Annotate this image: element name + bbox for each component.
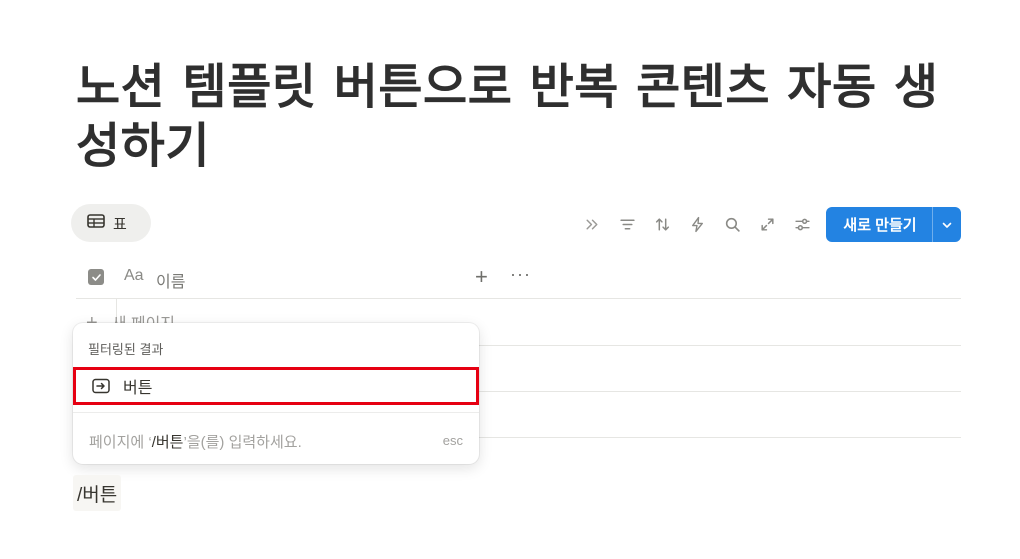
menu-item-button[interactable]: 버튼	[73, 367, 479, 405]
button-block-icon	[92, 377, 110, 395]
table-header: Aa 이름 + ···	[76, 258, 961, 299]
column-header-name[interactable]: 이름	[156, 268, 185, 292]
new-button-label: 새로 만들기	[843, 217, 917, 234]
hint-suffix: ’을(를) 입력하세요.	[183, 434, 302, 451]
expand-icon[interactable]	[750, 207, 785, 242]
hint-prefix: 페이지에 ‘	[89, 434, 152, 451]
tab-table-view[interactable]: 표	[71, 204, 151, 242]
table-icon	[87, 214, 105, 232]
slash-command-menu: 필터링된 결과 버튼 페이지에 ‘/버튼’을(를) 입력하세요. esc	[73, 323, 479, 464]
add-property-button[interactable]: +	[475, 264, 488, 290]
tab-label: 표	[113, 215, 127, 233]
slash-command-input[interactable]: /버튼	[73, 475, 122, 511]
chevron-down-icon[interactable]	[933, 207, 961, 242]
menu-hint: 페이지에 ‘/버튼’을(를) 입력하세요.	[89, 431, 302, 452]
database-toolbar: 새로 만들기	[575, 207, 961, 242]
search-icon[interactable]	[715, 207, 750, 242]
menu-item-label: 버튼	[123, 380, 153, 397]
chevrons-right-icon[interactable]	[575, 207, 610, 242]
filter-icon[interactable]	[610, 207, 645, 242]
text-type-icon: Aa	[124, 267, 144, 284]
settings-sliders-icon[interactable]	[785, 207, 820, 242]
esc-hint: esc	[442, 433, 463, 448]
page-title[interactable]: 노션 템플릿 버튼으로 반복 콘텐츠 자동 생성하기	[76, 58, 956, 176]
more-options-button[interactable]: ···	[510, 264, 531, 285]
menu-divider	[73, 412, 479, 413]
select-all-checkbox[interactable]	[88, 269, 104, 285]
hint-command: /버튼	[151, 434, 184, 451]
sort-icon[interactable]	[645, 207, 680, 242]
lightning-icon[interactable]	[680, 207, 715, 242]
new-button[interactable]: 새로 만들기	[826, 207, 961, 242]
menu-section-heading: 필터링된 결과	[88, 342, 164, 357]
